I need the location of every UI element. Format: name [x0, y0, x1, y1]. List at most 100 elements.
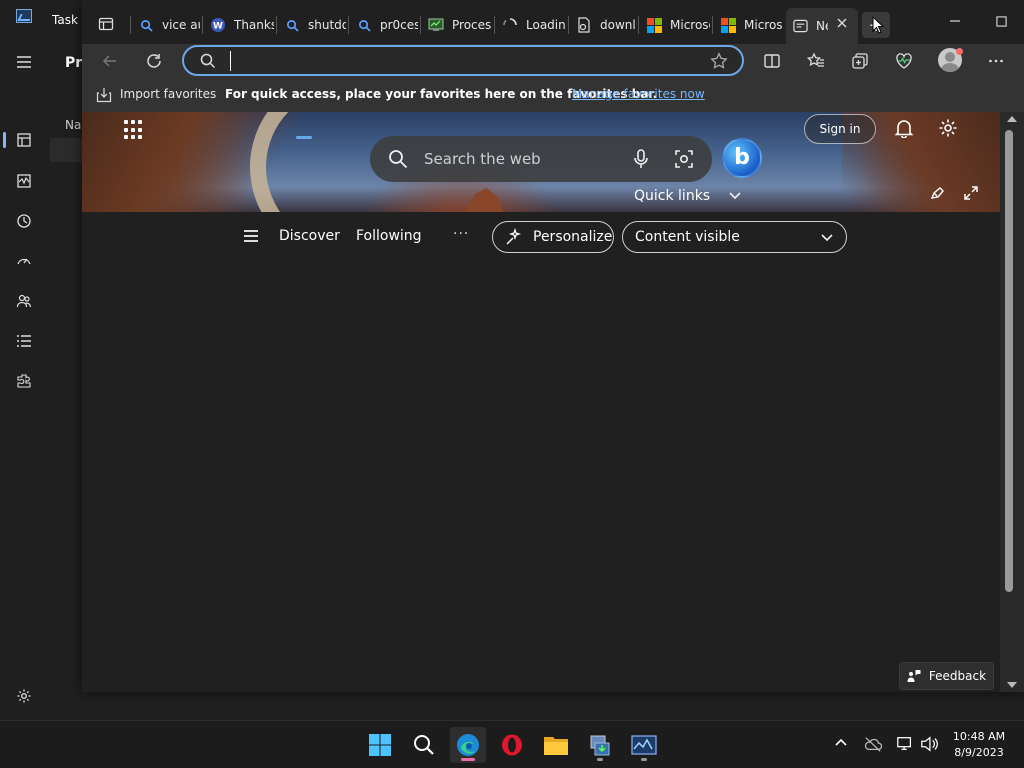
- clock-date[interactable]: 8/9/2023: [946, 746, 1012, 759]
- tab-thanks[interactable]: W Thanks: [204, 10, 274, 40]
- users-icon[interactable]: [12, 289, 36, 313]
- tab-microsoft-1[interactable]: Microsoft: [640, 10, 710, 40]
- bing-logo-icon: b: [734, 145, 750, 170]
- import-favorites-button[interactable]: Import favorites: [120, 87, 216, 101]
- refresh-icon[interactable]: [140, 48, 168, 74]
- feed-tab-discover[interactable]: Discover: [279, 228, 340, 244]
- new-tab-page: b Quick links Sign in Discover Following…: [82, 112, 1000, 692]
- task-manager-section-heading: Processes: [65, 55, 82, 71]
- tab-vice-auth[interactable]: vice auth: [132, 10, 200, 40]
- close-tab-icon[interactable]: [836, 17, 850, 31]
- address-input[interactable]: [230, 51, 700, 71]
- scroll-down-arrow-icon[interactable]: [1007, 682, 1017, 688]
- performance-icon[interactable]: [12, 169, 36, 193]
- scroll-up-arrow-icon[interactable]: [1007, 116, 1017, 122]
- startup-apps-icon[interactable]: [12, 249, 36, 273]
- taskbar-opera[interactable]: [494, 727, 530, 763]
- tab-loading[interactable]: Loading: [496, 10, 566, 40]
- content-visibility-dropdown[interactable]: Content visible: [622, 221, 847, 253]
- tab-shutdown[interactable]: shutdown: [278, 10, 346, 40]
- feed-more-icon[interactable]: ···: [453, 226, 469, 242]
- image-info-icon[interactable]: [930, 186, 944, 200]
- bing-chat-button[interactable]: b: [722, 138, 762, 178]
- task-manager-row-highlight[interactable]: [50, 138, 82, 162]
- hamburger-menu-icon[interactable]: [244, 230, 258, 242]
- content-visibility-label: Content visible: [635, 229, 740, 245]
- taskbar-search-button[interactable]: [406, 727, 442, 763]
- feedback-person-icon: [907, 670, 921, 682]
- settings-icon[interactable]: [12, 684, 36, 708]
- personalize-label: Personalize: [533, 229, 613, 245]
- speaker-volume-icon[interactable]: [920, 735, 938, 753]
- taskbar-file-explorer[interactable]: [538, 727, 574, 763]
- search-icon: [138, 17, 154, 33]
- tab-label: vice auth: [162, 18, 200, 32]
- task-manager-icon: [631, 735, 657, 755]
- tab-label: Thanks: [234, 18, 274, 32]
- microphone-icon[interactable]: [632, 149, 650, 169]
- web-search-box[interactable]: [370, 136, 712, 182]
- running-app-indicator: [641, 758, 647, 761]
- taskbar-edge[interactable]: [450, 727, 486, 763]
- web-search-input[interactable]: [424, 149, 624, 169]
- selected-tab-indicator: [296, 136, 312, 139]
- tab-download[interactable]: download: [570, 10, 636, 40]
- feed-tab-following[interactable]: Following: [356, 228, 422, 244]
- minimize-window-icon[interactable]: [932, 10, 978, 32]
- quick-links-toggle[interactable]: Quick links: [634, 188, 742, 204]
- download-file-icon: [576, 17, 592, 33]
- network-icon[interactable]: [896, 735, 914, 753]
- app-launcher-icon[interactable]: [124, 120, 144, 140]
- split-screen-icon[interactable]: [758, 48, 786, 74]
- personalize-button[interactable]: Personalize: [492, 221, 614, 253]
- tab-label: download: [600, 18, 636, 32]
- feed-navigation: Discover Following ··· Personalize Conte…: [82, 212, 1000, 262]
- collections-icon[interactable]: [846, 48, 874, 74]
- mouse-pointer-icon: [872, 16, 884, 34]
- feedback-button[interactable]: Feedback: [899, 662, 994, 690]
- search-icon: [200, 53, 216, 69]
- tab-actions-menu-icon[interactable]: [96, 14, 116, 34]
- gear-icon[interactable]: [938, 118, 958, 138]
- installer-icon: [590, 735, 610, 756]
- chevron-up-icon[interactable]: [834, 737, 848, 747]
- sign-in-button[interactable]: Sign in: [804, 114, 876, 144]
- app-history-icon[interactable]: [12, 209, 36, 233]
- import-favorites-icon[interactable]: [96, 87, 112, 103]
- star-favorite-icon[interactable]: [710, 52, 728, 70]
- tab-new-tab-active[interactable]: New tab: [786, 8, 858, 44]
- manage-favorites-link[interactable]: Manage favorites now: [572, 87, 705, 101]
- task-manager-sidebar: [0, 40, 48, 720]
- scrollbar-thumb[interactable]: [1005, 130, 1013, 592]
- taskbar-installer[interactable]: [582, 727, 618, 763]
- back-arrow-icon[interactable]: [96, 48, 124, 74]
- tab-label: New tab: [816, 19, 828, 33]
- start-button[interactable]: [362, 727, 398, 763]
- tab-pr0cess[interactable]: pr0cess: [350, 10, 418, 40]
- bell-icon[interactable]: [894, 118, 914, 138]
- svg-text:W: W: [213, 22, 223, 32]
- onedrive-offline-icon[interactable]: [864, 735, 882, 753]
- page-scrollbar[interactable]: [1000, 112, 1024, 692]
- tab-process[interactable]: Process: [422, 10, 492, 40]
- w-letter-icon: W: [210, 17, 226, 33]
- processes-icon[interactable]: [12, 128, 36, 152]
- feedback-label: Feedback: [928, 669, 987, 683]
- details-icon[interactable]: [12, 329, 36, 353]
- services-icon[interactable]: [12, 369, 36, 393]
- task-manager-column-name[interactable]: Name: [65, 118, 82, 132]
- maximize-window-icon[interactable]: [978, 10, 1024, 32]
- tab-microsoft-2[interactable]: Microsoft: [714, 10, 782, 40]
- address-bar[interactable]: [182, 45, 744, 76]
- running-app-indicator: [597, 758, 603, 761]
- clock-time[interactable]: 10:48 AM: [946, 730, 1012, 743]
- favorites-icon[interactable]: [802, 48, 830, 74]
- background-image: b Quick links Sign in: [82, 112, 1000, 212]
- taskbar-task-manager[interactable]: [626, 727, 662, 763]
- more-options-icon[interactable]: [982, 48, 1010, 74]
- expand-icon[interactable]: [964, 186, 978, 200]
- hamburger-menu-icon[interactable]: [12, 50, 36, 74]
- browser-essentials-icon[interactable]: [890, 48, 918, 74]
- visual-search-icon[interactable]: [674, 149, 694, 169]
- tab-separator: [348, 16, 349, 34]
